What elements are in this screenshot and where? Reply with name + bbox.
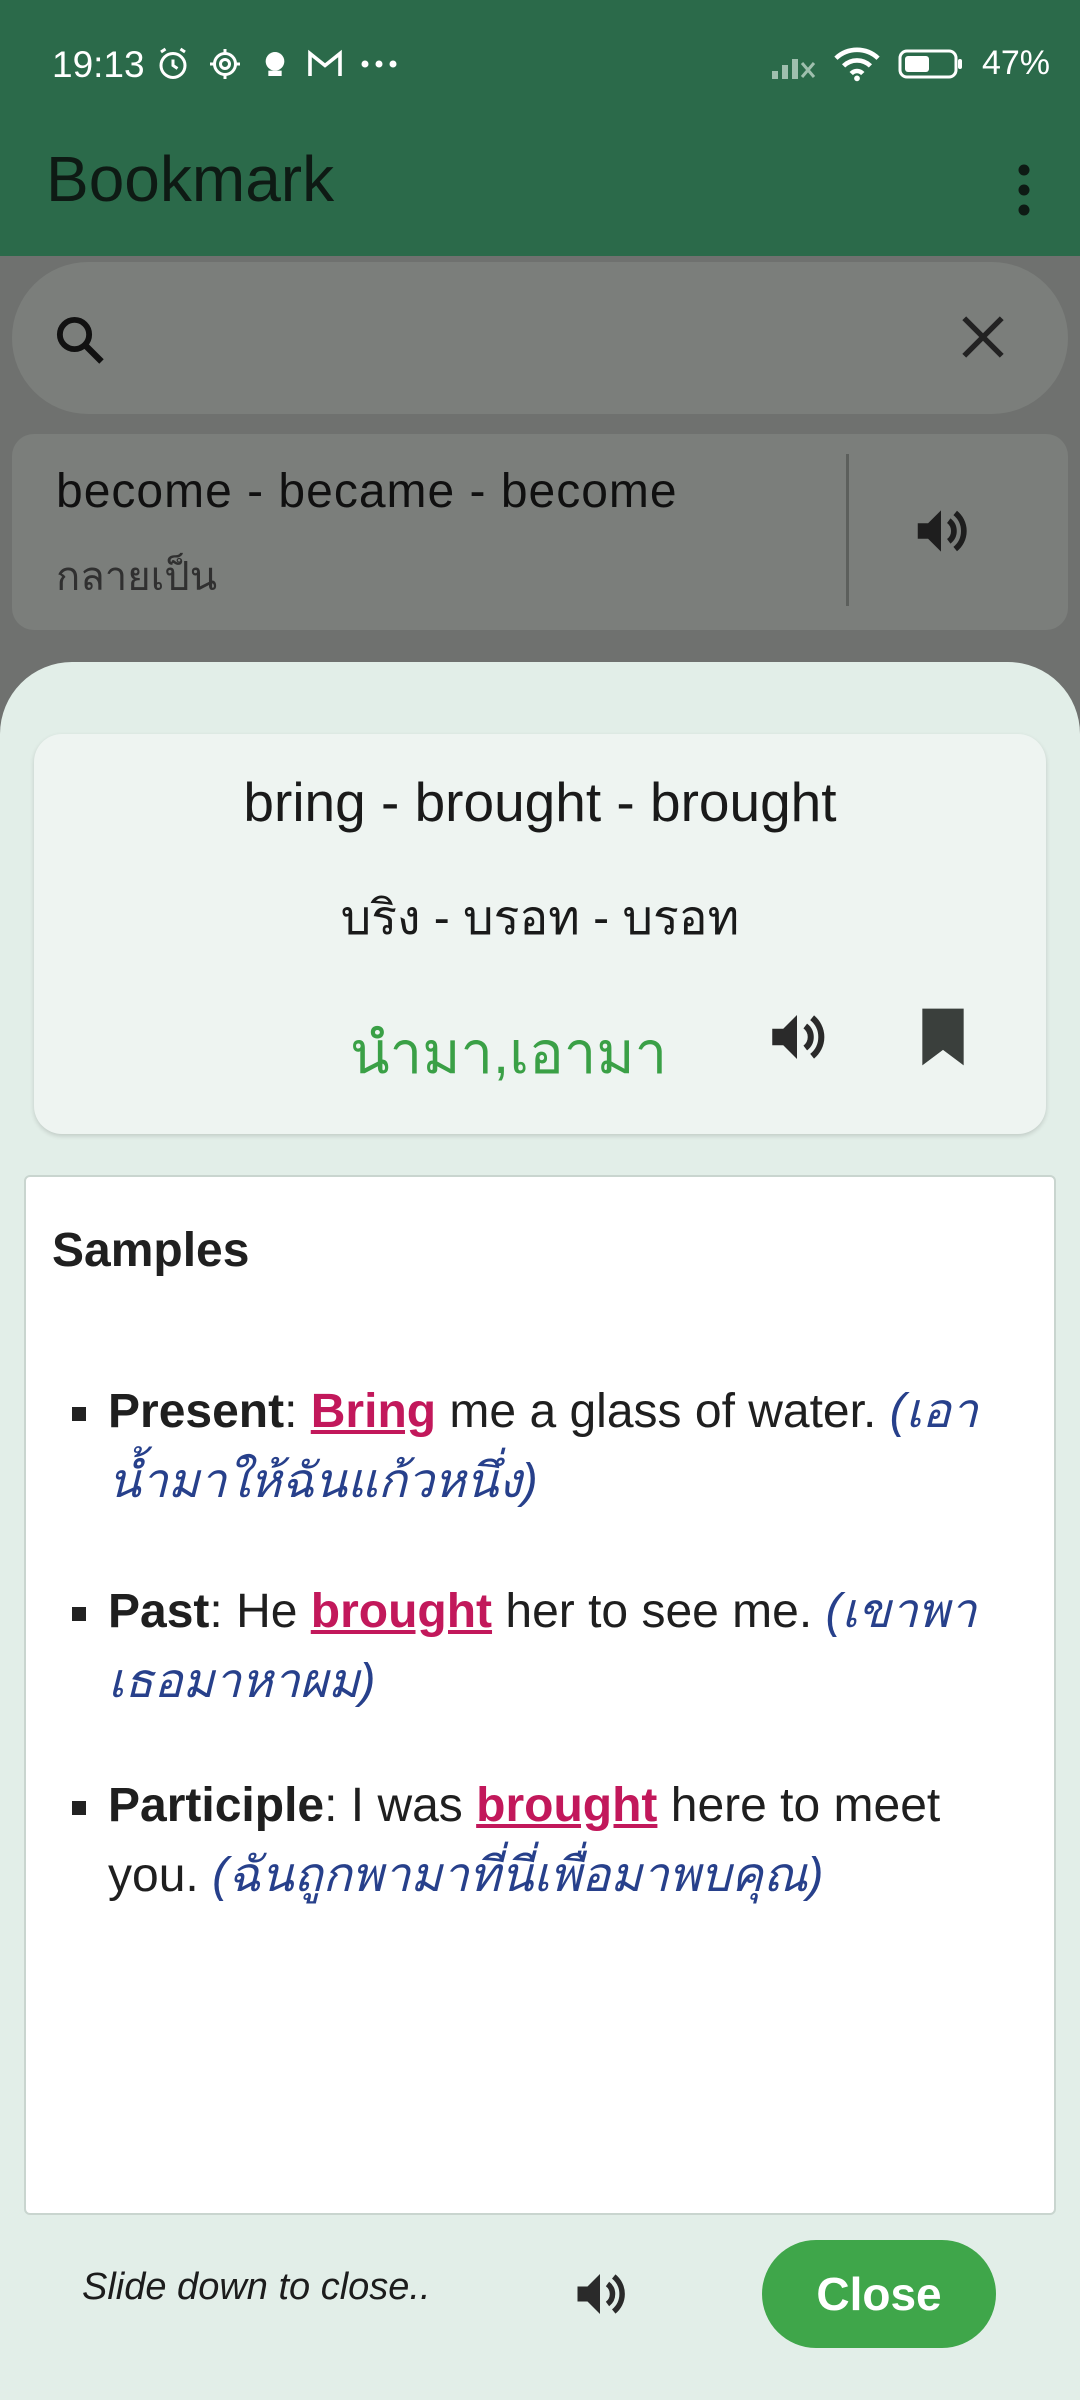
slide-hint: Slide down to close.. <box>82 2266 431 2308</box>
sample-translation: (ฉันถูกพามาที่นี่เพื่อมาพบคุณ) <box>212 1849 824 1902</box>
word-forms: bring - brought - brought <box>243 771 837 833</box>
sample-past: Past: He brought her to see me. (เขาพาเธ… <box>72 1577 998 1717</box>
word-card: bring - brought - brought บริง - บรอท - … <box>34 734 1046 1134</box>
sample-label: Participle <box>108 1779 325 1832</box>
battery-percent: 47% <box>981 44 1050 82</box>
more-dots-icon <box>361 60 397 68</box>
sample-participle: Participle: I was brought here to meet y… <box>72 1771 998 1911</box>
word-meaning: นำมา,เอามา <box>350 1021 668 1086</box>
bullet <box>72 1801 86 1815</box>
search-bar[interactable] <box>12 262 1068 414</box>
sample-text: : I was <box>324 1779 477 1832</box>
sample-keyword: Bring <box>310 1385 437 1438</box>
app-bar: Bookmark <box>0 130 1080 256</box>
sample-label: Past <box>108 1585 210 1638</box>
divider <box>846 454 849 606</box>
list-item[interactable]: become - became - become กลายเป็น <box>12 434 1068 630</box>
battery-icon <box>898 49 962 78</box>
gmail-icon <box>308 49 342 76</box>
list-item-word: become - became - become <box>56 465 678 518</box>
page-title: Bookmark <box>46 143 335 215</box>
sample-text: me a glass of water. <box>436 1385 890 1438</box>
more-vert-icon[interactable] <box>1004 160 1044 220</box>
sample-label: Present <box>108 1385 285 1438</box>
settings-gear-icon <box>210 49 240 79</box>
sample-text: : <box>284 1385 311 1438</box>
status-time: 19:13 <box>52 44 145 85</box>
speaker-icon[interactable] <box>910 500 972 562</box>
bullet <box>72 1407 86 1421</box>
alarm-icon <box>159 47 187 79</box>
bullet <box>72 1607 86 1621</box>
wifi-icon <box>834 47 880 81</box>
search-icon <box>56 316 104 364</box>
word-pronunciation: บริง - บรอท - บรอท <box>340 892 740 945</box>
close-button[interactable]: Close <box>762 2240 996 2348</box>
sample-keyword: brought <box>310 1585 493 1638</box>
signal-icon <box>771 58 816 79</box>
bookmark-icon[interactable] <box>914 1006 972 1068</box>
robot-icon <box>265 52 285 76</box>
samples-title: Samples <box>52 1224 250 1277</box>
status-bar: 19:13 47% <box>0 0 1080 130</box>
sample-present: Present: Bring me a glass of water. (เอา… <box>72 1377 998 1517</box>
sample-text: her to see me. <box>492 1585 826 1638</box>
samples-panel: Samples Present: Bring me a glass of wat… <box>24 1175 1056 2215</box>
speaker-icon[interactable] <box>570 2264 630 2324</box>
system-icons: 47% <box>770 44 1050 83</box>
speaker-icon[interactable] <box>764 1004 830 1070</box>
sample-text: : He <box>209 1585 311 1638</box>
list-item-meaning: กลายเป็น <box>56 555 218 599</box>
notification-icons <box>155 46 399 82</box>
sample-keyword: brought <box>476 1779 658 1832</box>
close-icon[interactable] <box>958 312 1008 362</box>
